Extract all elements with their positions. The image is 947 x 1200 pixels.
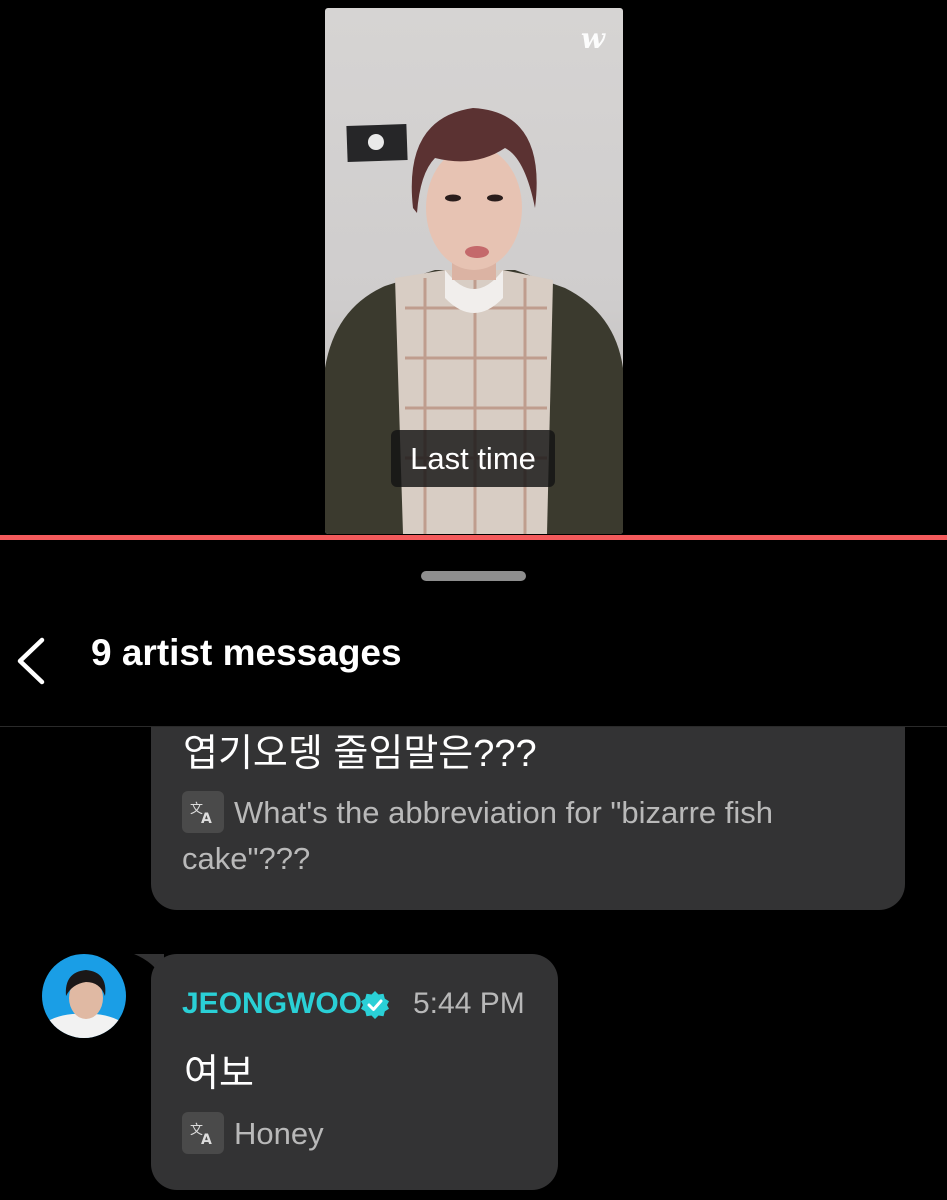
verified-badge-icon — [361, 991, 389, 1019]
translation-text: What's the abbreviation for "bizarre fis… — [182, 795, 774, 876]
video-progress-bar[interactable] — [0, 535, 947, 540]
back-button[interactable] — [8, 630, 58, 690]
message-original-text: 여보 — [184, 1053, 254, 1095]
translate-icon: 文 A — [182, 1112, 224, 1154]
page-title: 9 artist messages — [91, 632, 402, 673]
sheet-drag-handle[interactable] — [421, 571, 526, 581]
message-time: 5:44 PM — [413, 987, 525, 1020]
video-caption: Last time — [391, 430, 555, 487]
svg-text:A: A — [201, 811, 212, 826]
message-original-text: 엽기오뎅 줄임말은??? — [183, 733, 537, 775]
message-translation: 文 A Honey — [182, 1112, 324, 1157]
translate-icon: 文 A — [182, 790, 224, 833]
translation-text: Honey — [234, 1116, 324, 1152]
avatar[interactable] — [42, 954, 126, 1038]
author-name[interactable]: JEONGWOO — [182, 987, 362, 1021]
svg-text:A: A — [201, 1132, 212, 1147]
weverse-logo: w — [580, 22, 605, 55]
message-translation: 文 A What's the abbreviation for "bizarre… — [182, 790, 872, 882]
chevron-left-icon — [17, 637, 45, 685]
messages-header: 9 artist messages — [0, 600, 947, 727]
